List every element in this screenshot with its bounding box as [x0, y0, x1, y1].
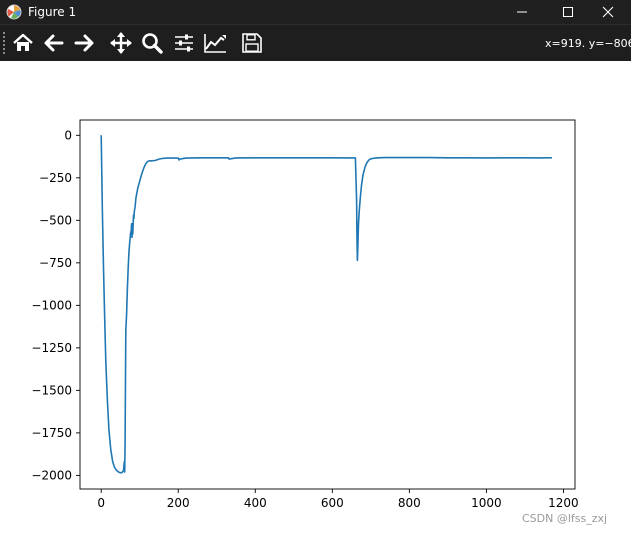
forward-button[interactable] — [72, 31, 96, 55]
edit-axes-icon — [204, 34, 226, 53]
y-tick-label: 0 — [64, 128, 72, 142]
y-tick-label: −750 — [39, 256, 72, 270]
x-tick-label: 400 — [244, 496, 267, 510]
y-tick-label: −2000 — [31, 468, 72, 482]
y-tick-label: −1750 — [31, 426, 72, 440]
y-tick-label: −500 — [39, 213, 72, 227]
save-button[interactable] — [240, 31, 264, 55]
subplots-icon — [175, 34, 193, 52]
plot-area[interactable]: 0 −250 −500 −750 −1000 −1250 −1500 −1750 −2000 0… — [0, 61, 631, 536]
forward-icon — [74, 34, 94, 52]
x-tick-label: 800 — [398, 496, 421, 510]
x-tick-label: 1000 — [471, 496, 502, 510]
watermark-text: CSDN @lfss_zxj — [522, 512, 608, 525]
home-icon — [13, 33, 33, 51]
minimize-button[interactable] — [499, 0, 545, 24]
y-tick-label: −1250 — [31, 341, 72, 355]
y-axis: 0 −250 −500 −750 −1000 −1250 −1500 −1750 −2000 — [31, 128, 80, 482]
toolbar-grip-icon[interactable] — [2, 31, 6, 55]
pan-icon — [110, 32, 132, 54]
axes-frame — [79, 119, 576, 490]
zoom-button[interactable] — [140, 31, 164, 55]
y-tick-label: −1000 — [31, 298, 72, 312]
cursor-coordinates: x=919. y=−806 — [545, 37, 631, 50]
x-tick-label: 200 — [167, 496, 190, 510]
y-tick-label: −1500 — [31, 383, 72, 397]
window-title: Figure 1 — [28, 5, 77, 19]
minimize-icon — [517, 11, 527, 13]
zoom-icon — [142, 33, 163, 54]
home-button[interactable] — [11, 31, 35, 55]
matplotlib-logo-icon — [6, 4, 22, 20]
x-axis: 0 200 400 600 800 1000 1200 — [97, 489, 579, 510]
figure-window: Figure 1 x=919. y=−806 0 −250 −500 −750 … — [0, 0, 631, 536]
series-line — [100, 135, 552, 474]
save-icon — [242, 33, 262, 53]
back-icon — [44, 34, 64, 52]
back-button[interactable] — [42, 31, 66, 55]
title-bar: Figure 1 — [0, 0, 631, 24]
pan-button[interactable] — [109, 31, 133, 55]
close-button[interactable] — [585, 0, 631, 24]
figure-canvas[interactable]: 0 −250 −500 −750 −1000 −1250 −1500 −1750 −2000 0… — [0, 61, 631, 536]
close-icon — [602, 6, 614, 18]
x-tick-label: 600 — [321, 496, 344, 510]
x-tick-label: 1200 — [548, 496, 579, 510]
x-tick-label: 0 — [97, 496, 105, 510]
subplots-button[interactable] — [172, 31, 196, 55]
navigation-toolbar: x=919. y=−806 — [0, 24, 631, 61]
y-tick-label: −250 — [39, 171, 72, 185]
edit-axes-button[interactable] — [203, 31, 227, 55]
maximize-icon — [563, 7, 573, 17]
